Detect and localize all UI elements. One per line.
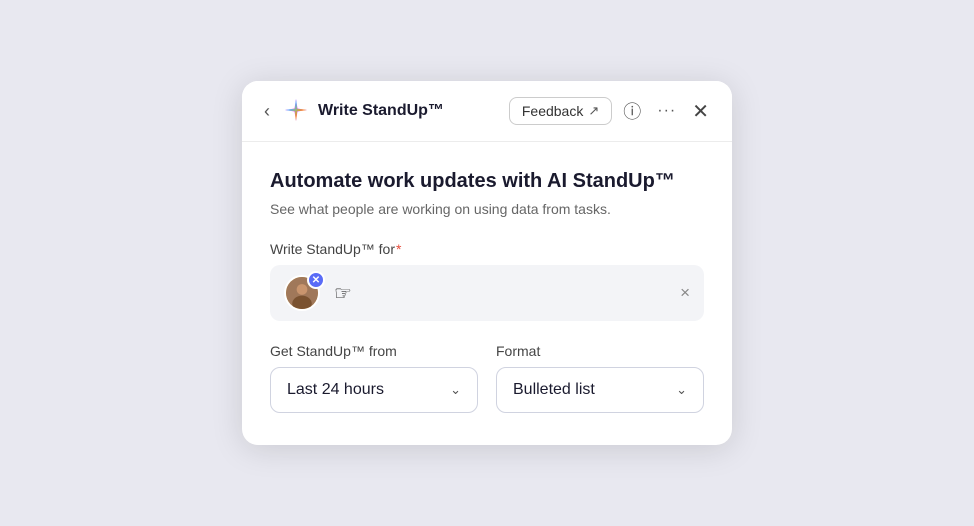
feedback-label: Feedback bbox=[522, 103, 583, 119]
panel-content: Automate work updates with AI StandUp™ S… bbox=[242, 142, 732, 445]
required-marker: * bbox=[396, 241, 401, 257]
from-select[interactable]: Last 24 hours ⌄ bbox=[270, 367, 478, 413]
header-title: Write StandUp™ bbox=[318, 102, 444, 120]
format-value: Bulleted list bbox=[513, 381, 595, 399]
from-value: Last 24 hours bbox=[287, 381, 384, 399]
main-title: Automate work updates with AI StandUp™ bbox=[270, 170, 704, 193]
from-chevron-icon: ⌄ bbox=[450, 382, 461, 398]
info-icon: ⓘ bbox=[623, 98, 641, 124]
for-field-label: Write StandUp™ for* bbox=[270, 241, 704, 257]
format-chevron-icon: ⌄ bbox=[676, 382, 687, 398]
cursor-icon: ☞ bbox=[334, 281, 352, 306]
more-icon: ··· bbox=[657, 102, 676, 120]
standup-panel: ‹ Write StandUp™ bbox=[242, 81, 732, 445]
info-button[interactable]: ⓘ bbox=[618, 95, 646, 127]
user-select-input[interactable]: ✕ ☞ × bbox=[270, 265, 704, 321]
feedback-button[interactable]: Feedback ↗ bbox=[509, 97, 612, 125]
standup-logo-icon bbox=[282, 97, 310, 125]
header-right: Feedback ↗ ⓘ ··· ✕ bbox=[509, 95, 714, 127]
external-link-icon: ↗ bbox=[588, 103, 599, 119]
panel-header: ‹ Write StandUp™ bbox=[242, 81, 732, 142]
avatar-wrap: ✕ bbox=[284, 275, 320, 311]
close-button[interactable]: ✕ bbox=[687, 96, 714, 127]
remove-user-button[interactable]: ✕ bbox=[307, 271, 325, 289]
close-icon: ✕ bbox=[692, 99, 709, 124]
row-fields: Get StandUp™ from Last 24 hours ⌄ Format… bbox=[270, 343, 704, 413]
format-select[interactable]: Bulleted list ⌄ bbox=[496, 367, 704, 413]
back-button[interactable]: ‹ bbox=[260, 100, 274, 122]
subtitle: See what people are working on using dat… bbox=[270, 201, 704, 217]
format-label: Format bbox=[496, 343, 704, 359]
from-label: Get StandUp™ from bbox=[270, 343, 478, 359]
header-left: ‹ Write StandUp™ bbox=[260, 97, 501, 125]
clear-input-button[interactable]: × bbox=[680, 283, 690, 303]
more-button[interactable]: ··· bbox=[652, 99, 681, 123]
format-field-group: Format Bulleted list ⌄ bbox=[496, 343, 704, 413]
from-field-group: Get StandUp™ from Last 24 hours ⌄ bbox=[270, 343, 478, 413]
